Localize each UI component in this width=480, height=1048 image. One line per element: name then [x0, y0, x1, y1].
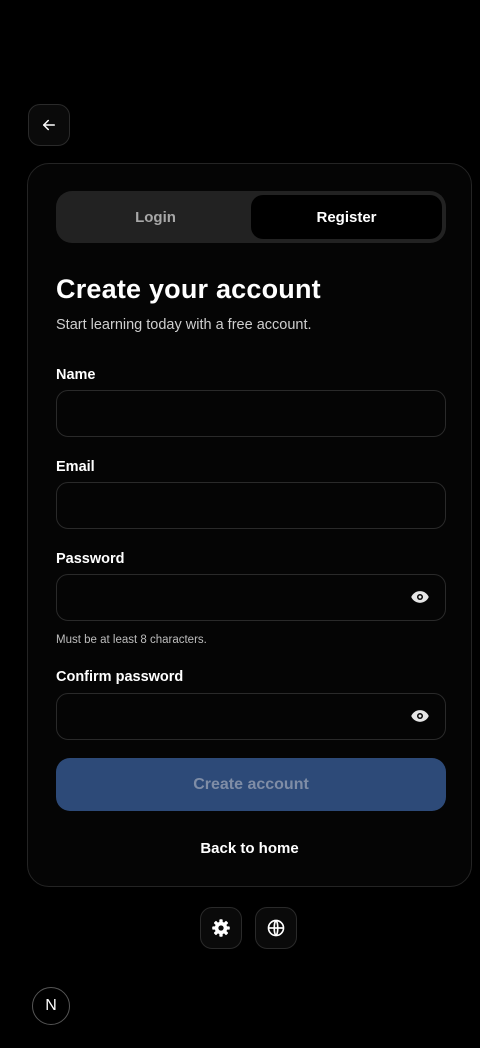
app-badge[interactable]: N	[32, 987, 70, 1025]
create-account-button[interactable]: Create account	[56, 758, 446, 811]
auth-tabs: Login Register	[56, 191, 446, 243]
settings-button[interactable]	[200, 907, 242, 949]
email-label: Email	[56, 459, 95, 475]
tab-login[interactable]: Login	[60, 195, 251, 239]
name-field[interactable]	[56, 390, 446, 437]
globe-icon	[267, 919, 285, 937]
password-field[interactable]	[56, 574, 446, 621]
confirm-password-label: Confirm password	[56, 669, 184, 685]
confirm-password-field[interactable]	[56, 693, 446, 740]
page-subtitle: Start learning today with a free account…	[56, 317, 312, 333]
password-visibility-toggle[interactable]	[409, 586, 431, 608]
email-field[interactable]	[56, 482, 446, 529]
password-hint: Must be at least 8 characters.	[56, 634, 207, 646]
gear-icon	[212, 919, 230, 937]
arrow-left-icon	[43, 119, 55, 131]
eye-icon	[411, 591, 429, 603]
password-label: Password	[56, 551, 125, 567]
confirm-password-visibility-toggle[interactable]	[409, 705, 431, 727]
auth-card: Login Register Create your account Start…	[27, 163, 472, 887]
back-to-home-link[interactable]: Back to home	[28, 840, 471, 857]
name-label: Name	[56, 367, 96, 383]
eye-icon	[411, 710, 429, 722]
back-button[interactable]	[28, 104, 70, 146]
tab-register[interactable]: Register	[251, 195, 442, 239]
language-button[interactable]	[255, 907, 297, 949]
page-title: Create your account	[56, 274, 321, 304]
